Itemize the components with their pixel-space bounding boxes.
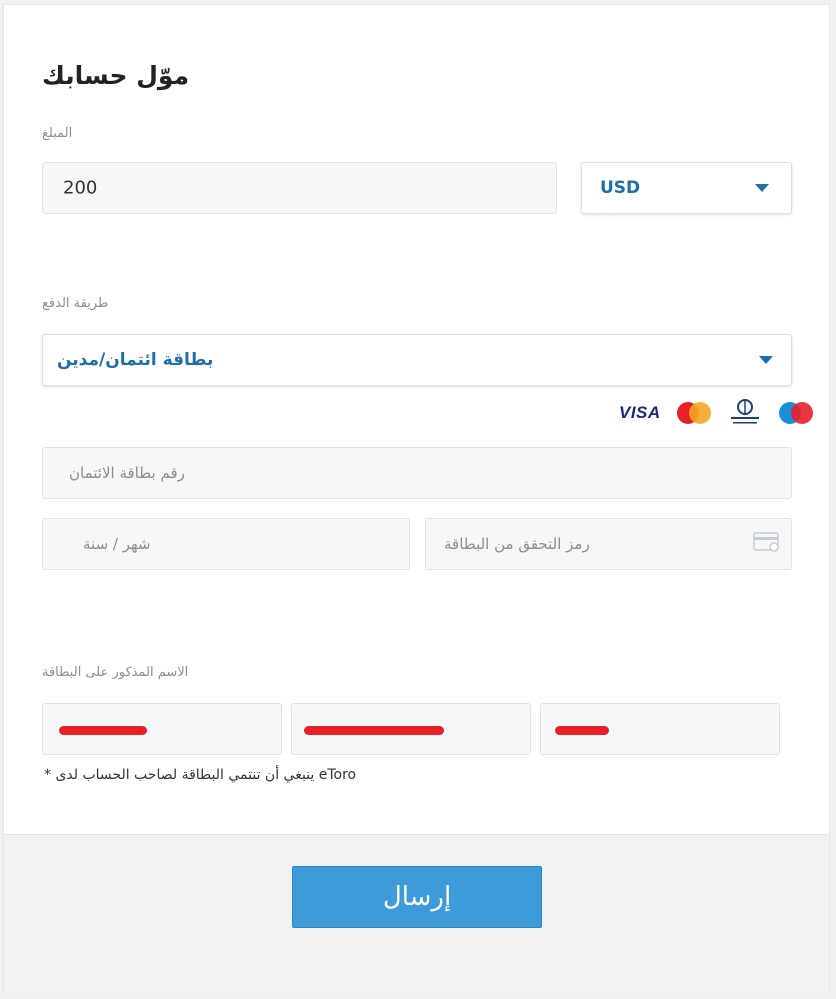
cvv-placeholder: رمز التحقق من البطاقة	[444, 535, 590, 553]
name-on-card-label: الاسم المذكور على البطاقة	[42, 665, 189, 680]
visa-logo-icon: VISA	[619, 403, 661, 422]
diners-club-logo-icon	[727, 399, 763, 427]
payment-method-label: طريقة الدفع	[42, 296, 109, 311]
credit-card-icon	[753, 531, 781, 557]
amount-value: 200	[63, 177, 98, 199]
expiry-input[interactable]: شهر / سنة	[42, 518, 410, 570]
redacted-value	[59, 726, 147, 735]
card-number-placeholder: رقم بطاقة الائتمان	[69, 464, 185, 482]
expiry-placeholder: شهر / سنة	[83, 535, 151, 553]
caret-down-icon	[759, 356, 773, 364]
currency-select[interactable]: USD	[581, 162, 792, 214]
currency-value: USD	[600, 178, 641, 198]
amount-label: المبلغ	[42, 126, 73, 141]
submit-button[interactable]: إرسال	[292, 866, 542, 928]
fund-account-card: موّل حسابك المبلغ 200 USD طريقة الدفع بط…	[3, 4, 830, 995]
payment-method-value: بطاقة ائتمان/مدين	[57, 350, 214, 370]
payment-method-select[interactable]: بطاقة ائتمان/مدين	[42, 334, 792, 386]
redacted-value	[555, 726, 609, 735]
maestro-logo-icon	[777, 401, 815, 425]
card-brand-logos: VISA	[605, 399, 815, 427]
page-title: موّل حسابك	[42, 61, 190, 90]
card-number-input[interactable]: رقم بطاقة الائتمان	[42, 447, 792, 499]
amount-input[interactable]: 200	[42, 162, 557, 214]
caret-down-icon	[755, 184, 769, 192]
mastercard-logo-icon	[675, 401, 713, 425]
last-name-input[interactable]	[42, 703, 282, 755]
redacted-value	[304, 726, 444, 735]
card-owner-note: eToro ينبغي أن تنتمي البطاقة لصاحب الحسا…	[44, 767, 357, 783]
first-name-input[interactable]	[540, 703, 780, 755]
middle-name-input[interactable]	[291, 703, 531, 755]
cvv-input[interactable]: رمز التحقق من البطاقة	[425, 518, 792, 570]
